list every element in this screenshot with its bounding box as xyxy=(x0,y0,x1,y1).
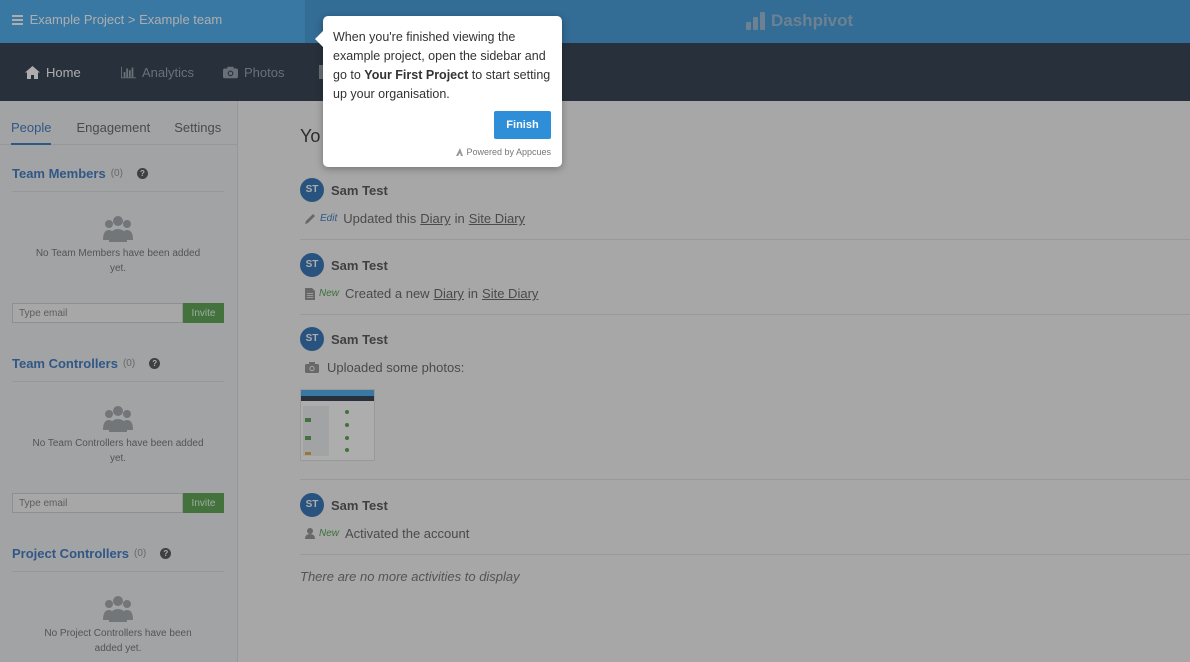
users-group-icon xyxy=(103,596,133,622)
activity-feed: Yo ST Sam Test Edit Updated this Diary i… xyxy=(238,101,1190,662)
invite-row: Invite xyxy=(12,493,224,513)
sidebar-tabs: People Engagement Settings xyxy=(0,101,237,145)
powered-by-text[interactable]: Powered by Appcues xyxy=(466,147,551,157)
user-name[interactable]: Sam Test xyxy=(331,258,388,273)
tab-people[interactable]: People xyxy=(11,101,52,145)
tab-settings[interactable]: Settings xyxy=(174,101,221,144)
invite-row: Invite xyxy=(12,303,224,323)
activity-text: in xyxy=(467,286,479,301)
activity-text: Created a new xyxy=(345,286,430,301)
appcues-logo-icon xyxy=(456,148,464,156)
new-tag: New xyxy=(319,288,340,299)
page-title: Yo xyxy=(300,126,321,146)
breadcrumb-text[interactable]: Example Project > Example team xyxy=(30,12,223,27)
photo-thumbnail[interactable] xyxy=(300,389,375,461)
nav-photos[interactable]: Photos xyxy=(223,65,284,80)
project-controllers-section: Project Controllers (0) ? No Project Con… xyxy=(12,546,224,656)
sidebar: People Engagement Settings Team Members … xyxy=(0,101,238,662)
tab-engagement[interactable]: Engagement xyxy=(76,101,150,144)
divider xyxy=(12,191,224,192)
activity-line: Uploaded some photos: xyxy=(305,360,464,375)
team-members-title: Team Members xyxy=(12,166,106,181)
nav-home[interactable]: Home xyxy=(25,65,81,80)
avatar[interactable]: ST xyxy=(300,327,324,351)
breadcrumb[interactable]: Example Project > Example team xyxy=(0,0,305,43)
menu-icon[interactable] xyxy=(12,15,23,25)
avatar[interactable]: ST xyxy=(300,178,324,202)
team-members-section: Team Members (0) ? No Team Members have … xyxy=(12,166,224,323)
end-of-feed-message: There are no more activities to display xyxy=(300,569,520,584)
brand-logo: Dashpivot xyxy=(746,11,853,31)
project-controllers-count: (0) xyxy=(134,548,147,559)
list-item: ST Sam Test New Created a new Diary in S… xyxy=(300,253,1190,315)
user-name[interactable]: Sam Test xyxy=(331,332,388,347)
nav-analytics-label: Analytics xyxy=(142,65,195,80)
activity-text: in xyxy=(454,211,465,226)
main-nav: Home Analytics Photos xyxy=(0,43,1190,101)
bar-chart-icon xyxy=(121,66,136,79)
users-group-icon xyxy=(103,216,133,242)
users-group-icon xyxy=(103,406,133,432)
project-controllers-title: Project Controllers xyxy=(12,546,130,561)
team-controllers-title: Team Controllers xyxy=(12,356,118,371)
camera-icon xyxy=(223,66,238,79)
section-title: Project Controllers (0) ? xyxy=(12,546,224,561)
top-bar: Example Project > Example team Dashpivot xyxy=(0,0,1190,43)
invite-button[interactable]: Invite xyxy=(183,303,224,323)
diary-link[interactable]: Diary xyxy=(434,286,464,301)
nav-home-label: Home xyxy=(46,65,81,80)
list-item: ST Sam Test New Activated the account xyxy=(300,493,1190,555)
user-name[interactable]: Sam Test xyxy=(331,183,388,198)
site-diary-link[interactable]: Site Diary xyxy=(482,286,538,301)
document-icon xyxy=(305,287,315,300)
home-icon xyxy=(25,66,40,79)
invite-button[interactable]: Invite xyxy=(183,493,224,513)
nav-photos-label: Photos xyxy=(244,65,285,80)
tooltip-message: When you're finished viewing the example… xyxy=(333,28,552,104)
pencil-icon xyxy=(305,214,315,224)
help-icon[interactable]: ? xyxy=(136,168,148,179)
empty-message: No Team Controllers have been added yet. xyxy=(32,438,204,464)
avatar[interactable]: ST xyxy=(300,493,324,517)
team-members-count: (0) xyxy=(110,168,123,179)
avatar[interactable]: ST xyxy=(300,253,324,277)
user-name[interactable]: Sam Test xyxy=(331,498,388,513)
finish-button[interactable]: Finish xyxy=(494,111,551,139)
help-icon[interactable]: ? xyxy=(160,548,172,559)
activity-line: New Activated the account xyxy=(305,526,469,541)
powered-by[interactable]: Powered by Appcues xyxy=(456,147,551,157)
onboarding-tooltip: When you're finished viewing the example… xyxy=(315,16,562,167)
camera-icon xyxy=(305,362,319,373)
tooltip-highlight: Your First Project xyxy=(364,68,469,82)
edit-tag: Edit xyxy=(320,213,338,224)
user-icon xyxy=(305,528,315,539)
site-diary-link[interactable]: Site Diary xyxy=(469,211,525,226)
activity-text: Updated this xyxy=(343,211,417,226)
empty-message: No Project Controllers have been added y… xyxy=(44,628,192,654)
empty-message: No Team Members have been added yet. xyxy=(35,248,201,274)
diary-link[interactable]: Diary xyxy=(420,211,450,226)
activity-line: Edit Updated this Diary in Site Diary xyxy=(305,211,529,226)
email-field[interactable] xyxy=(12,303,183,323)
list-item: ST Sam Test Uploaded some photos: xyxy=(300,327,1190,480)
team-controllers-count: (0) xyxy=(122,358,136,369)
activity-line: New Created a new Diary in Site Diary xyxy=(305,286,542,301)
new-tag: New xyxy=(319,528,340,539)
divider xyxy=(12,571,224,572)
team-controllers-section: Team Controllers (0) ? No Team Controlle… xyxy=(12,356,224,513)
activity-text: Uploaded some photos: xyxy=(327,360,465,375)
brand-name: Dashpivot xyxy=(771,11,854,30)
email-field[interactable] xyxy=(12,493,183,513)
section-title: Team Controllers (0) ? xyxy=(12,356,224,371)
activity-text: Activated the account xyxy=(345,526,470,541)
list-item: ST Sam Test Edit Updated this Diary in S… xyxy=(300,178,1190,240)
help-icon[interactable]: ? xyxy=(149,358,161,369)
logo-bars-icon xyxy=(746,12,765,30)
divider xyxy=(12,381,224,382)
nav-analytics[interactable]: Analytics xyxy=(121,65,194,80)
section-title: Team Members (0) ? xyxy=(12,166,224,181)
